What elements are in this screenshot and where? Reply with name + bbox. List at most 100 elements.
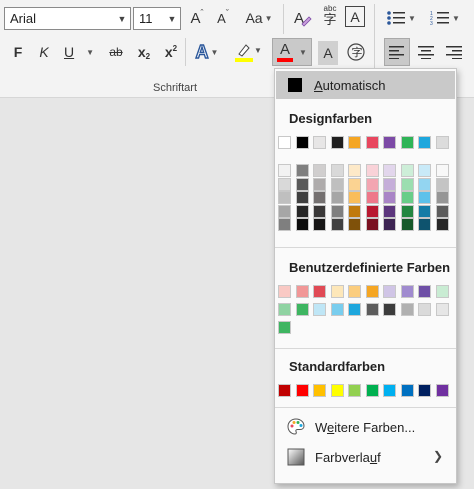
custom-color-swatch[interactable] xyxy=(365,285,379,298)
more-colors-item[interactable]: Weitere Farben... xyxy=(276,413,455,441)
theme-shade-swatch[interactable] xyxy=(418,191,431,204)
standard-color-swatch[interactable] xyxy=(313,384,326,397)
superscript-button[interactable]: x2 xyxy=(160,40,182,64)
standard-color-swatch[interactable] xyxy=(295,384,309,397)
highlight-color-button[interactable]: ▼ xyxy=(232,40,266,64)
align-center-button[interactable] xyxy=(414,40,438,64)
theme-shade-swatch[interactable] xyxy=(295,204,309,218)
custom-color-swatch[interactable] xyxy=(400,285,414,298)
theme-shade-swatch[interactable] xyxy=(295,177,309,191)
change-case-button[interactable]: Aa ▼ xyxy=(243,6,275,30)
theme-shade-swatch[interactable] xyxy=(278,164,291,177)
theme-color-swatch[interactable] xyxy=(400,136,414,149)
phonetic-guide-button[interactable]: abc 字 xyxy=(318,4,342,28)
strikethrough-button[interactable]: ab xyxy=(104,40,128,64)
theme-shade-swatch[interactable] xyxy=(418,164,431,177)
theme-shade-swatch[interactable] xyxy=(330,177,344,191)
theme-shade-swatch[interactable] xyxy=(295,191,309,204)
shrink-font-button[interactable]: Aˇ xyxy=(212,6,234,30)
italic-button[interactable]: K xyxy=(34,40,54,64)
theme-shade-swatch[interactable] xyxy=(435,204,449,218)
theme-shade-swatch[interactable] xyxy=(313,191,326,204)
theme-shade-swatch[interactable] xyxy=(330,204,344,218)
theme-shade-swatch[interactable] xyxy=(313,204,326,218)
font-size-combobox[interactable]: 11 ▼ xyxy=(133,7,181,30)
text-effects-button[interactable]: A ▼ xyxy=(192,40,222,64)
theme-color-swatch[interactable] xyxy=(383,136,396,149)
theme-color-swatch[interactable] xyxy=(348,136,361,149)
theme-color-swatch[interactable] xyxy=(418,136,431,149)
chevron-down-icon[interactable]: ▼ xyxy=(114,8,130,29)
custom-color-swatch[interactable] xyxy=(313,285,326,298)
custom-color-swatch[interactable] xyxy=(348,303,361,316)
theme-shade-swatch[interactable] xyxy=(365,164,379,177)
theme-shade-swatch[interactable] xyxy=(418,177,431,191)
theme-shade-swatch[interactable] xyxy=(400,177,414,191)
theme-shade-swatch[interactable] xyxy=(330,164,344,177)
custom-color-swatch[interactable] xyxy=(295,285,309,298)
theme-shade-swatch[interactable] xyxy=(400,218,414,231)
theme-color-swatch[interactable] xyxy=(365,136,379,149)
custom-color-swatch[interactable] xyxy=(278,321,291,334)
custom-color-swatch[interactable] xyxy=(435,285,449,298)
custom-color-swatch[interactable] xyxy=(383,285,396,298)
theme-shade-swatch[interactable] xyxy=(278,191,291,204)
theme-shade-swatch[interactable] xyxy=(313,164,326,177)
theme-shade-swatch[interactable] xyxy=(435,164,449,177)
theme-shade-swatch[interactable] xyxy=(278,177,291,191)
standard-color-swatch[interactable] xyxy=(418,384,431,397)
theme-shade-swatch[interactable] xyxy=(330,191,344,204)
theme-shade-swatch[interactable] xyxy=(348,164,361,177)
standard-color-swatch[interactable] xyxy=(435,384,449,397)
subscript-button[interactable]: x2 xyxy=(133,40,155,64)
theme-shade-swatch[interactable] xyxy=(330,218,344,231)
custom-color-swatch[interactable] xyxy=(313,303,326,316)
theme-shade-swatch[interactable] xyxy=(383,164,396,177)
standard-color-swatch[interactable] xyxy=(365,384,379,397)
numbering-button[interactable]: 1 2 3 ▼ xyxy=(428,6,462,30)
theme-shade-swatch[interactable] xyxy=(365,218,379,231)
bullets-button[interactable]: ▼ xyxy=(384,6,418,30)
font-name-combobox[interactable]: Arial ▼ xyxy=(4,7,131,30)
standard-color-swatch[interactable] xyxy=(348,384,361,397)
theme-shade-swatch[interactable] xyxy=(348,191,361,204)
bold-button[interactable]: F xyxy=(8,40,28,64)
automatic-color-item[interactable]: Automatisch xyxy=(276,71,455,99)
custom-color-swatch[interactable] xyxy=(330,285,344,298)
custom-color-swatch[interactable] xyxy=(278,303,291,316)
chevron-down-icon[interactable]: ▼ xyxy=(164,8,180,29)
theme-shade-swatch[interactable] xyxy=(435,218,449,231)
align-left-button[interactable] xyxy=(384,38,410,66)
theme-shade-swatch[interactable] xyxy=(313,177,326,191)
custom-color-swatch[interactable] xyxy=(348,285,361,298)
theme-shade-swatch[interactable] xyxy=(365,191,379,204)
standard-color-swatch[interactable] xyxy=(278,384,291,397)
theme-shade-swatch[interactable] xyxy=(365,177,379,191)
standard-color-swatch[interactable] xyxy=(330,384,344,397)
theme-shade-swatch[interactable] xyxy=(383,204,396,218)
theme-shade-swatch[interactable] xyxy=(435,177,449,191)
theme-shade-swatch[interactable] xyxy=(383,218,396,231)
theme-color-swatch[interactable] xyxy=(295,136,309,149)
theme-shade-swatch[interactable] xyxy=(348,204,361,218)
custom-color-swatch[interactable] xyxy=(435,303,449,316)
theme-color-swatch[interactable] xyxy=(330,136,344,149)
custom-color-swatch[interactable] xyxy=(418,303,431,316)
clear-formatting-button[interactable]: A xyxy=(291,6,313,30)
theme-shade-swatch[interactable] xyxy=(400,164,414,177)
gradient-item[interactable]: Farbverlauf ❯ xyxy=(276,443,455,471)
font-color-button[interactable]: A ▼ xyxy=(272,38,312,66)
custom-color-swatch[interactable] xyxy=(383,303,396,316)
theme-color-swatch[interactable] xyxy=(313,136,326,149)
theme-shade-swatch[interactable] xyxy=(383,177,396,191)
character-shading-button[interactable]: A xyxy=(318,41,338,65)
theme-shade-swatch[interactable] xyxy=(278,204,291,218)
theme-shade-swatch[interactable] xyxy=(348,177,361,191)
theme-shade-swatch[interactable] xyxy=(400,204,414,218)
grow-font-button[interactable]: Aˆ xyxy=(186,6,208,30)
theme-shade-swatch[interactable] xyxy=(348,218,361,231)
custom-color-swatch[interactable] xyxy=(418,285,431,298)
character-border-button[interactable]: A xyxy=(345,6,365,27)
underline-button[interactable]: U ▼ xyxy=(60,40,100,64)
theme-color-swatch[interactable] xyxy=(435,136,449,149)
